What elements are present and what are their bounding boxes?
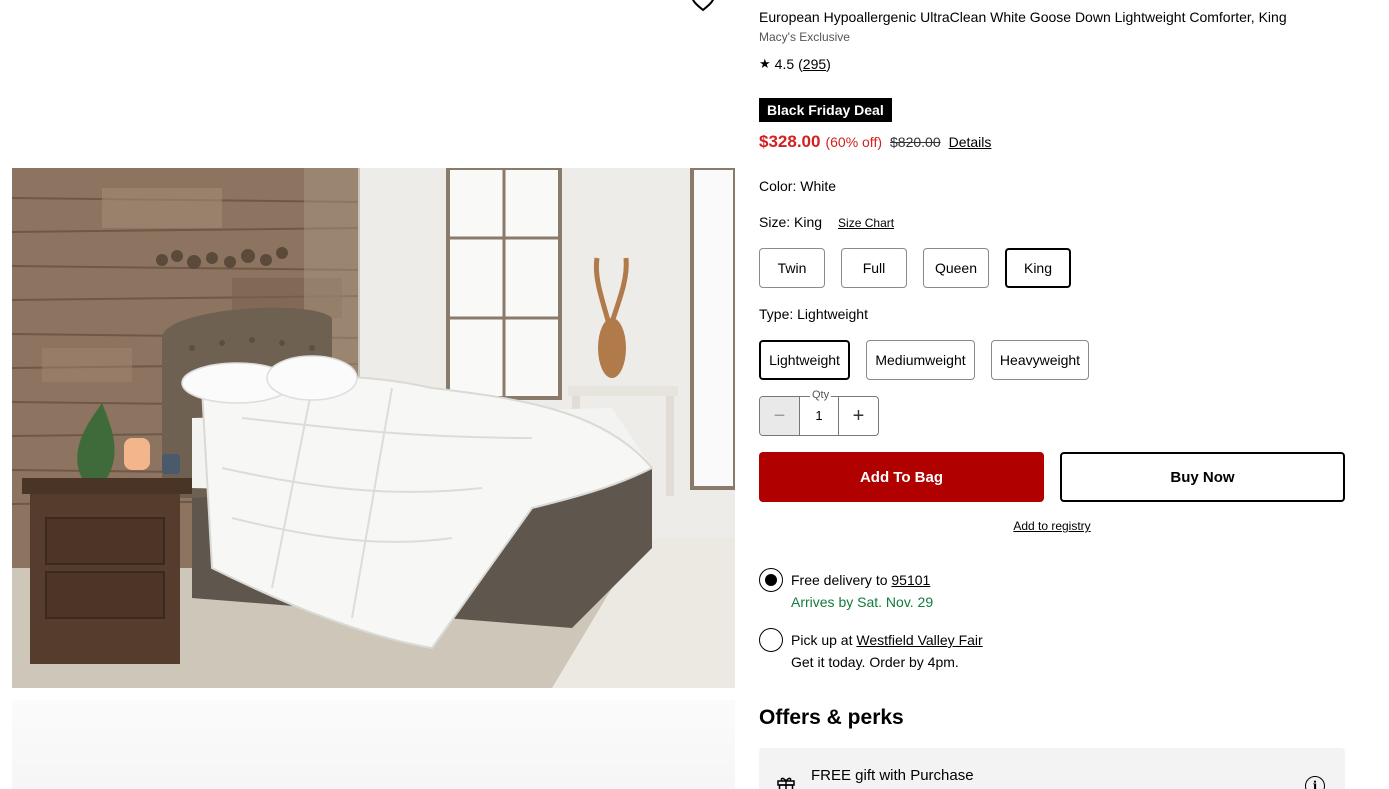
pickup-store-link[interactable]: Westfield Valley Fair xyxy=(856,632,982,648)
quantity-stepper: − 1 + xyxy=(759,396,879,436)
type-option-lightweight[interactable]: Lightweight xyxy=(759,340,850,380)
size-option-king[interactable]: King xyxy=(1005,248,1071,288)
product-image[interactable] xyxy=(12,168,735,688)
color-label: Color: White xyxy=(759,178,837,194)
type-option-heavyweight[interactable]: Heavyweight xyxy=(991,340,1089,380)
info-icon[interactable]: i xyxy=(1305,776,1325,789)
product-rating: ★ 4.5 (295) xyxy=(759,56,831,72)
delivery-zip-link[interactable]: 95101 xyxy=(891,572,930,588)
pickup-option: Pick up at Westfield Valley Fair xyxy=(791,632,983,648)
size-chart-link[interactable]: Size Chart xyxy=(838,216,894,230)
size-option-queen[interactable]: Queen xyxy=(923,248,989,288)
gift-icon xyxy=(777,777,795,789)
size-option-full[interactable]: Full xyxy=(841,248,907,288)
add-to-bag-button[interactable]: Add To Bag xyxy=(759,452,1044,502)
size-label: Size: King xyxy=(759,214,823,230)
deal-badge: Black Friday Deal xyxy=(759,98,892,122)
delivery-eta: Arrives by Sat. Nov. 29 xyxy=(791,594,934,610)
type-option-mediumweight[interactable]: Mediumweight xyxy=(866,340,975,380)
price-details-link[interactable]: Details xyxy=(949,134,992,150)
product-title: European Hypoallergenic UltraClean White… xyxy=(759,9,1287,25)
price-row: $328.00 (60% off) $820.00 Details xyxy=(759,132,991,152)
buy-now-button[interactable]: Buy Now xyxy=(1060,452,1345,502)
delivery-radio[interactable] xyxy=(759,568,783,592)
delivery-label: Free delivery xyxy=(791,572,872,588)
star-icon: ★ xyxy=(759,56,771,71)
review-count-wrap: (295) xyxy=(798,56,831,72)
original-price: $820.00 xyxy=(890,134,941,150)
review-count-link[interactable]: 295 xyxy=(803,56,826,72)
offer-card[interactable]: FREE gift with Purchase i xyxy=(759,748,1345,789)
wishlist-heart-icon[interactable] xyxy=(688,0,718,12)
quantity-label: Qty xyxy=(810,389,832,401)
size-row: Size: King Size Chart xyxy=(759,214,894,230)
type-label: Type: Lightweight xyxy=(759,306,868,322)
delivery-option: Free delivery to 95101 xyxy=(791,572,930,588)
pickup-radio[interactable] xyxy=(759,628,783,652)
delivery-connector: to xyxy=(875,572,888,588)
product-brand: Macy's Exclusive xyxy=(759,30,850,44)
pickup-label: Pick up at xyxy=(791,632,853,648)
product-gallery xyxy=(0,0,747,789)
size-option-twin[interactable]: Twin xyxy=(759,248,825,288)
offers-title: Offers & perks xyxy=(759,706,904,729)
offer-text: FREE gift with Purchase xyxy=(811,767,974,784)
gallery-background xyxy=(12,700,735,789)
quantity-decrease-button[interactable]: − xyxy=(760,397,800,435)
sale-price: $328.00 xyxy=(759,132,821,151)
pickup-eta: Get it today. Order by 4pm. xyxy=(791,654,959,670)
product-details: European Hypoallergenic UltraClean White… xyxy=(759,0,1359,789)
quantity-input[interactable]: 1 xyxy=(800,397,838,435)
discount-percent: (60% off) xyxy=(825,134,882,150)
rating-value: 4.5 xyxy=(774,56,795,72)
quantity-increase-button[interactable]: + xyxy=(838,397,878,435)
add-to-registry-link[interactable]: Add to registry xyxy=(759,519,1345,533)
